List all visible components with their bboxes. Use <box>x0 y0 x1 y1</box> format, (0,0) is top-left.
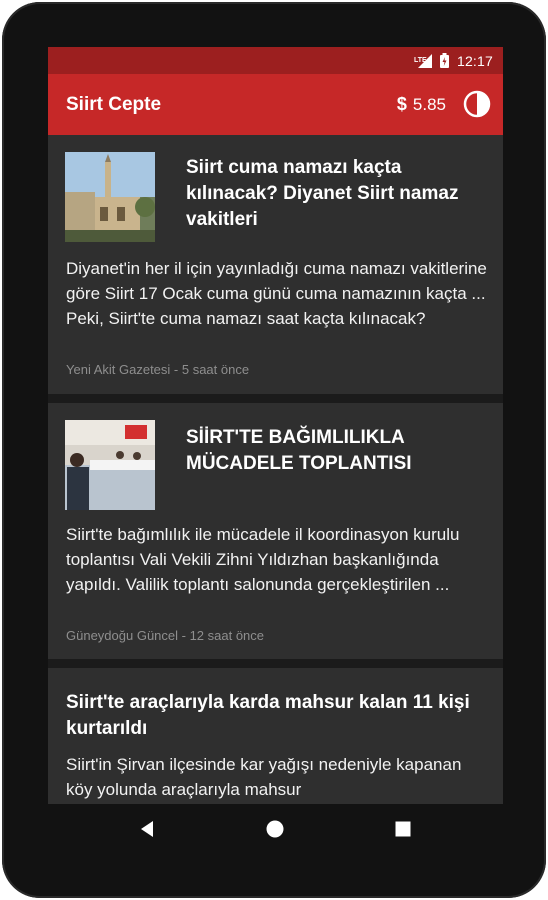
article-source: Güneydoğu Güncel - 12 saat önce <box>66 628 265 643</box>
recents-icon <box>395 821 411 837</box>
status-clock: 12:17 <box>456 52 493 69</box>
article-headline: Siirt cuma namazı kaçta kılınacak? Diyan… <box>186 157 459 230</box>
news-card[interactable]: Siirt'te araçlarıyla karda mahsur kalan … <box>48 668 503 804</box>
news-card[interactable]: SİİRT'TE BAĞIMLILIKLA MÜCADELE TOPLANTIS… <box>48 403 503 659</box>
article-thumbnail <box>65 420 155 510</box>
recents-button[interactable] <box>392 818 414 840</box>
back-button[interactable] <box>137 818 159 840</box>
currency-rate-value: 5.85 <box>412 95 446 114</box>
currency-rate[interactable]: $ 5.85 <box>397 74 446 135</box>
lte-signal-icon: LTE <box>414 53 432 68</box>
article-summary: Siirt'te bağımlılık ile mücadele il koor… <box>66 525 460 594</box>
dollar-icon: $ <box>396 94 407 114</box>
article-thumbnail <box>65 152 155 242</box>
svg-text:LTE: LTE <box>414 57 427 64</box>
theme-toggle-button[interactable] <box>463 90 491 118</box>
contrast-icon <box>463 90 491 118</box>
mosque-photo <box>65 152 155 242</box>
battery-icon <box>439 53 449 68</box>
article-summary: Siirt'in Şirvan ilçesinde kar yağışı ned… <box>66 755 462 799</box>
article-source: Yeni Akit Gazetesi - 5 saat önce <box>66 362 250 377</box>
app-title: Siirt Cepte <box>66 94 162 115</box>
news-card[interactable]: Siirt cuma namazı kaçta kılınacak? Diyan… <box>48 135 503 394</box>
article-headline: Siirt'te araçlarıyla karda mahsur kalan … <box>66 692 470 739</box>
news-feed[interactable]: Siirt cuma namazı kaçta kılınacak? Diyan… <box>48 135 503 804</box>
meeting-photo <box>65 420 155 510</box>
home-button[interactable] <box>264 818 286 840</box>
article-headline: SİİRT'TE BAĞIMLILIKLA MÜCADELE TOPLANTIS… <box>186 427 412 474</box>
back-icon <box>141 821 153 837</box>
navigation-bar <box>48 804 503 854</box>
article-summary: Diyanet'in her il için yayınladığı cuma … <box>66 259 487 328</box>
app-screen: LTE 12:17 Siirt Cepte $ 5.85 Siirt cuma … <box>48 47 503 804</box>
app-toolbar: Siirt Cepte $ 5.85 <box>48 74 503 135</box>
status-bar: LTE 12:17 <box>48 47 503 74</box>
home-icon <box>266 820 284 838</box>
